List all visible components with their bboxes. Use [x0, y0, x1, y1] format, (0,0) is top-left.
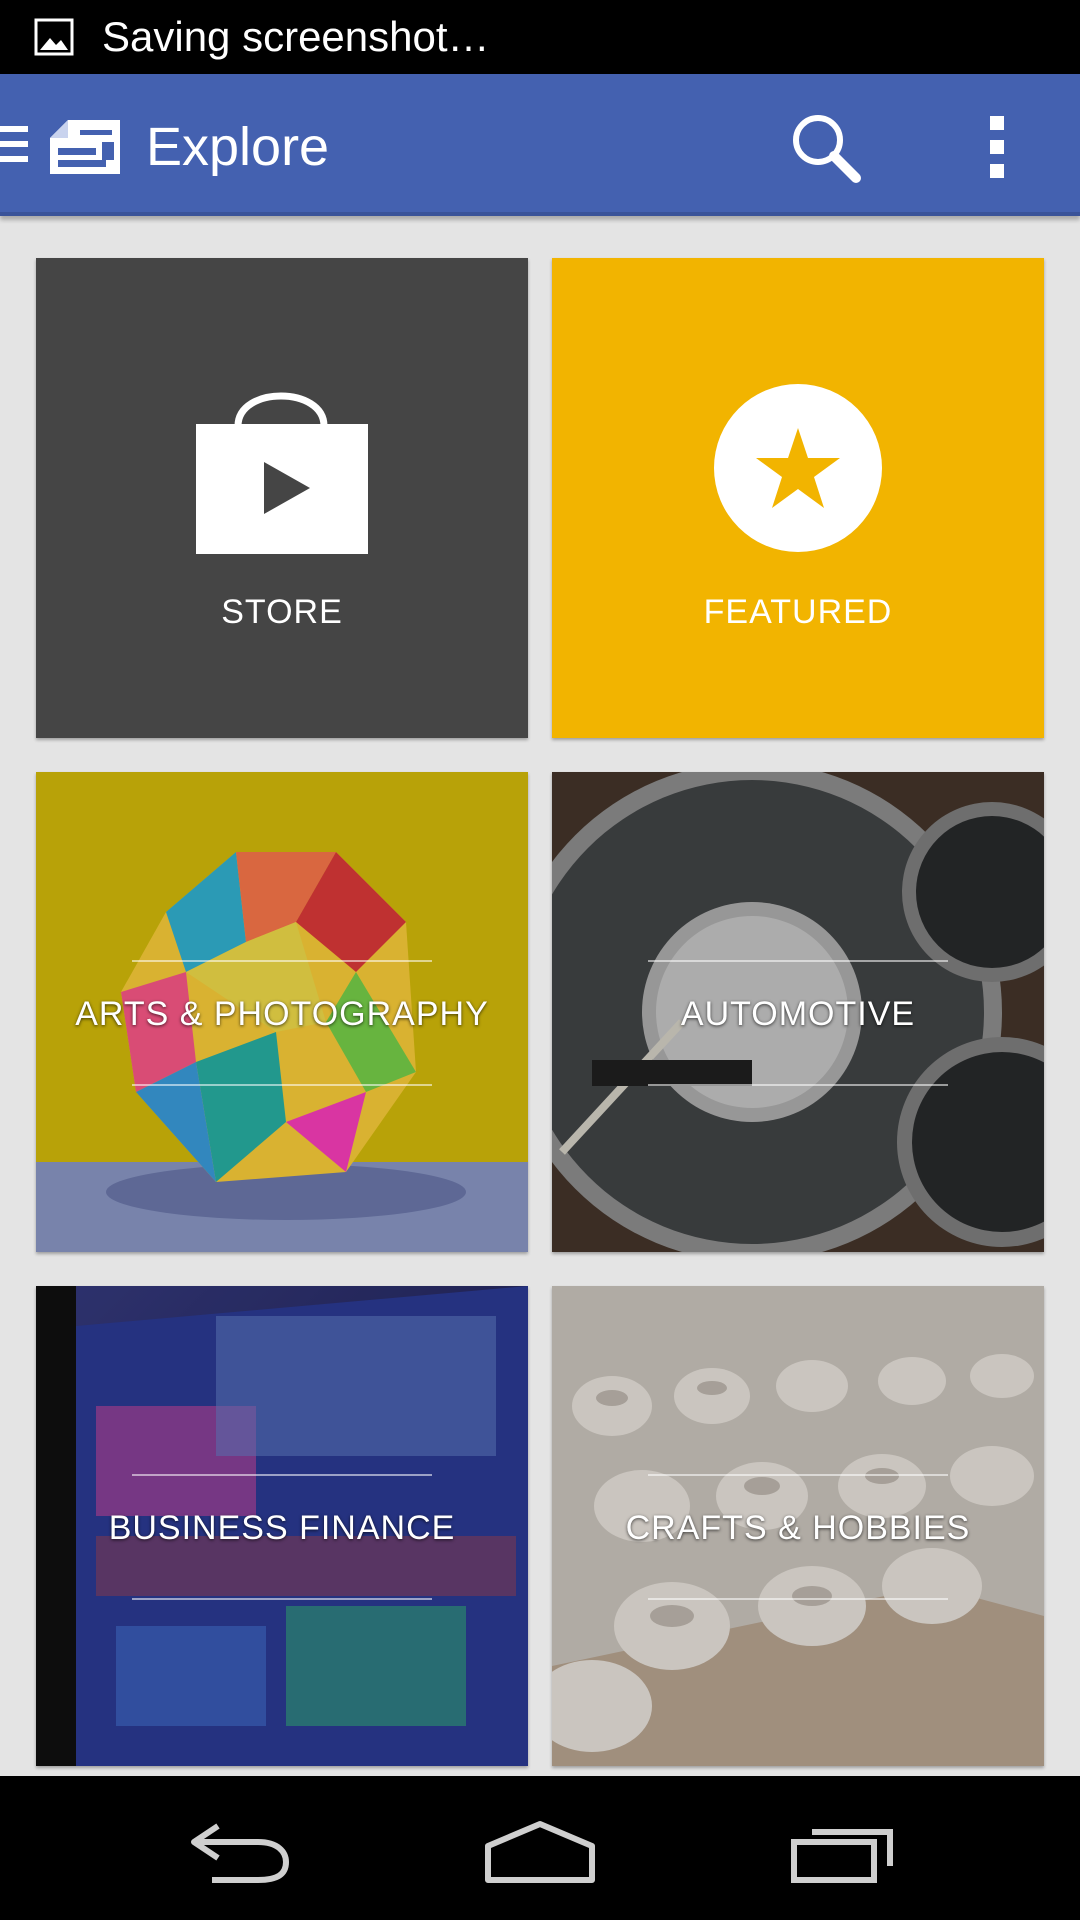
divider — [648, 960, 948, 962]
home-icon[interactable] — [484, 1816, 596, 1886]
tile-label: STORE — [221, 593, 343, 631]
back-icon[interactable] — [188, 1816, 292, 1886]
tile-label: BUSINESS FINANCE — [108, 1509, 456, 1547]
automotive-tile[interactable]: AUTOMOTIVE — [552, 772, 1044, 1252]
tile-label: AUTOMOTIVE — [680, 995, 916, 1033]
status-bar: Saving screenshot… — [0, 0, 1080, 74]
divider — [648, 1598, 948, 1600]
divider — [648, 1084, 948, 1086]
star-circle-icon — [714, 384, 882, 552]
recents-icon[interactable] — [790, 1816, 898, 1886]
tile-label: CRAFTS & HOBBIES — [625, 1509, 971, 1547]
page-title: Explore — [146, 117, 330, 177]
app-logo-icon[interactable] — [46, 116, 126, 176]
divider — [132, 960, 432, 962]
divider — [648, 1474, 948, 1476]
divider — [132, 1598, 432, 1600]
tile-label: FEATURED — [703, 593, 893, 631]
shopping-bag-play-icon — [196, 392, 368, 554]
divider — [132, 1084, 432, 1086]
navigation-bar — [0, 1776, 1080, 1920]
business-finance-tile[interactable]: BUSINESS FINANCE — [36, 1286, 528, 1766]
image-icon — [34, 18, 74, 56]
app-bar: Explore — [0, 74, 1080, 216]
menu-icon[interactable] — [0, 122, 30, 166]
store-tile[interactable]: STORE — [36, 258, 528, 738]
tile-label: ARTS & PHOTOGRAPHY — [75, 995, 489, 1033]
overflow-menu-icon[interactable] — [978, 112, 1018, 182]
arts-photography-tile[interactable]: ARTS & PHOTOGRAPHY — [36, 772, 528, 1252]
featured-tile[interactable]: FEATURED — [552, 258, 1044, 738]
status-notification-text: Saving screenshot… — [102, 13, 490, 60]
divider — [132, 1474, 432, 1476]
search-icon[interactable] — [788, 110, 864, 186]
crafts-hobbies-tile[interactable]: CRAFTS & HOBBIES — [552, 1286, 1044, 1766]
